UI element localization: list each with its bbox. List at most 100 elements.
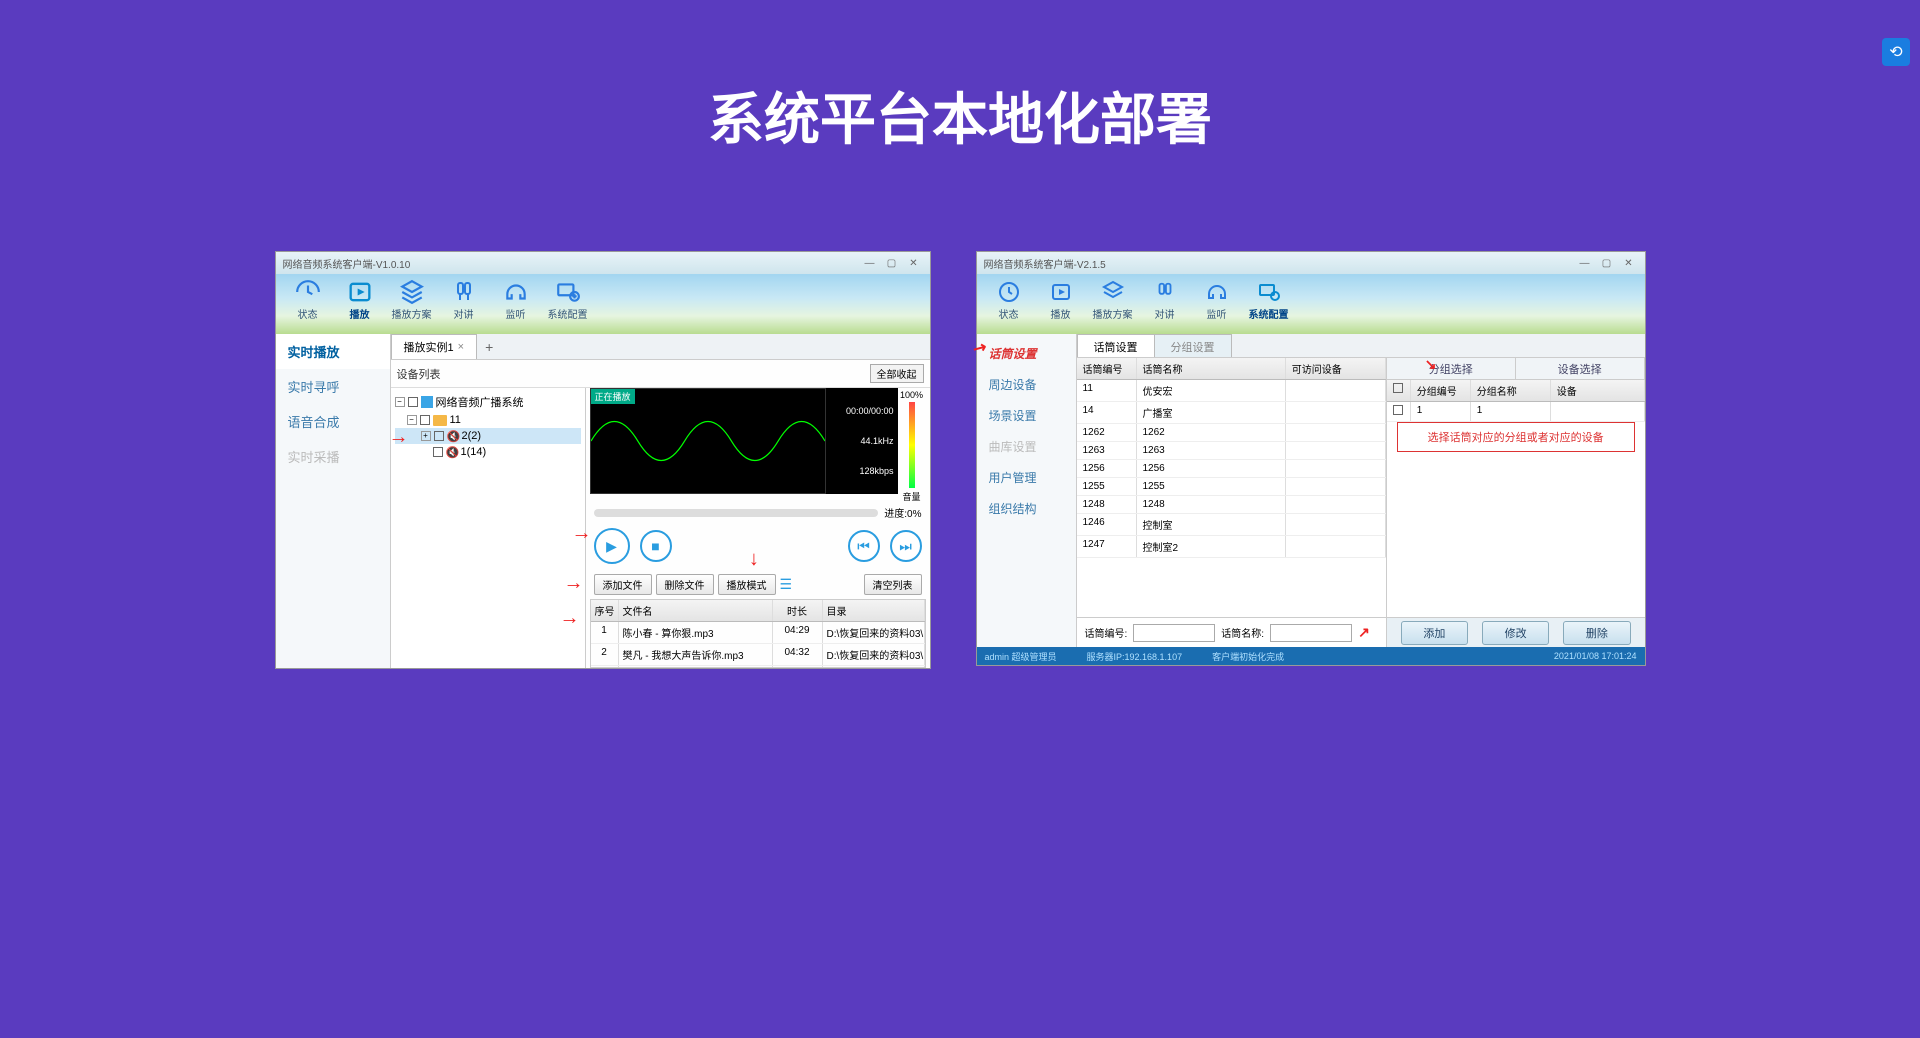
mic-row[interactable]: 12561256 (1077, 460, 1386, 478)
tool-config[interactable]: 系统配置 (544, 278, 592, 321)
col-duration: 时长 (773, 600, 823, 621)
tab-add-button[interactable]: + (477, 339, 501, 355)
window-config: 网络音频系统客户端-V2.1.5 — ▢ ✕ 状态 播放 播放方案 对讲 监听 … (976, 251, 1646, 666)
mic-row[interactable]: 1247控制室2 (1077, 536, 1386, 558)
volume-column: 100% 音量 (898, 388, 926, 503)
tool-schedule[interactable]: 播放方案 (388, 278, 436, 321)
sidebar-item-capture[interactable]: 实时采播 (276, 439, 390, 474)
sub-tabs: 话筒设置 分组设置 (1077, 334, 1645, 358)
mic-row[interactable]: 12551255 (1077, 478, 1386, 496)
mic-row[interactable]: 12621262 (1077, 424, 1386, 442)
mic-name-input[interactable] (1270, 624, 1352, 642)
tool-monitor[interactable]: 监听 (492, 278, 540, 321)
tool-play[interactable]: 播放 (336, 278, 384, 321)
sidebar-item-library[interactable]: 曲库设置 (977, 431, 1076, 462)
mic-row[interactable]: 11优安宏 (1077, 380, 1386, 402)
playlist: 序号 文件名 时长 目录 1陈小春 - 算你狠.mp304:29D:\恢复回来的… (590, 599, 926, 668)
tool-schedule[interactable]: 播放方案 (1089, 278, 1137, 321)
tab-instance1[interactable]: 播放实例1× (391, 334, 478, 359)
delete-button[interactable]: 删除 (1563, 621, 1630, 645)
col-accessible: 可访问设备 (1286, 358, 1386, 379)
time-display: 00:00/00:00 (830, 406, 894, 416)
mic-row[interactable]: 12481248 (1077, 496, 1386, 514)
sidebar-item-user[interactable]: 用户管理 (977, 462, 1076, 493)
list-icon[interactable]: ☰ (780, 576, 793, 593)
delete-file-button[interactable]: 删除文件 (656, 574, 714, 595)
tool-config[interactable]: 系统配置 (1245, 278, 1293, 321)
col-name: 文件名 (619, 600, 773, 621)
playlist-row[interactable]: 3韩红 - 情深谊长.mp303:41D:\恢复回来的资料03\ (591, 666, 925, 668)
tree-node-11[interactable]: −11 (395, 412, 581, 428)
mic-name-label: 话筒名称: (1221, 625, 1264, 640)
sidebar: 实时播放 实时寻呼 语音合成 实时采播 (276, 334, 391, 668)
status-server: 服务器IP:192.168.1.107 (1087, 650, 1183, 663)
group-row[interactable]: 1 1 (1387, 402, 1645, 422)
col-device: 设备 (1551, 380, 1645, 401)
titlebar: 网络音频系统客户端-V2.1.5 — ▢ ✕ (977, 252, 1645, 274)
next-button[interactable]: ⏭ (890, 530, 922, 562)
header-group-select: 分组选择 (1387, 358, 1516, 379)
col-mic-name: 话筒名称 (1137, 358, 1286, 379)
col-group-name: 分组名称 (1471, 380, 1551, 401)
mic-id-input[interactable] (1133, 624, 1215, 642)
minimize-button[interactable]: — (859, 258, 881, 269)
collapse-all-button[interactable]: 全部收起 (870, 364, 924, 383)
mic-row[interactable]: 1246控制室 (1077, 514, 1386, 536)
volume-bar[interactable] (909, 402, 915, 488)
tool-play[interactable]: 播放 (1037, 278, 1085, 321)
mic-row[interactable]: 14广播室 (1077, 402, 1386, 424)
maximize-button[interactable]: ▢ (1596, 258, 1618, 269)
progress-slider[interactable] (594, 509, 879, 517)
sidebar-item-org[interactable]: 组织结构 (977, 493, 1076, 524)
tab-bar: 播放实例1× + (391, 334, 930, 360)
add-file-button[interactable]: 添加文件 (594, 574, 652, 595)
titlebar: 网络音频系统客户端-V1.0.10 — ▢ ✕ (276, 252, 930, 274)
stop-button[interactable]: ■ (640, 530, 672, 562)
tree-root[interactable]: −网络音频广播系统 (395, 392, 581, 412)
tab-close-icon[interactable]: × (458, 341, 464, 353)
device-tree[interactable]: −网络音频广播系统 −11 +🔇2(2) 🔇1(14) → (391, 388, 586, 668)
close-button[interactable]: ✕ (903, 258, 925, 269)
sidebar-item-scene[interactable]: 场景设置 (977, 400, 1076, 431)
tool-status[interactable]: 状态 (284, 278, 332, 321)
clear-list-button[interactable]: 清空列表 (864, 574, 922, 595)
modify-button[interactable]: 修改 (1482, 621, 1549, 645)
play-button[interactable]: ▶ (594, 528, 630, 564)
playlist-row[interactable]: 2樊凡 - 我想大声告诉你.mp304:32D:\恢复回来的资料03\ (591, 644, 925, 666)
tree-node-1[interactable]: 🔇1(14) (395, 444, 581, 460)
tab-group-settings[interactable]: 分组设置 (1154, 334, 1232, 357)
device-list-header: 设备列表 全部收起 (391, 360, 930, 388)
sidebar-item-paging[interactable]: 实时寻呼 (276, 369, 390, 404)
mic-row[interactable]: 12631263 (1077, 442, 1386, 460)
bitrate-display: 128kbps (830, 466, 894, 476)
playlist-row[interactable]: 1陈小春 - 算你狠.mp304:29D:\恢复回来的资料03\ (591, 622, 925, 644)
add-button[interactable]: 添加 (1401, 621, 1468, 645)
freq-display: 44.1kHz (830, 436, 894, 446)
tool-intercom[interactable]: 对讲 (1141, 278, 1189, 321)
tree-node-2[interactable]: +🔇2(2) (395, 428, 581, 444)
progress-label: 进度:0% (884, 505, 921, 520)
tool-monitor[interactable]: 监听 (1193, 278, 1241, 321)
speaker-icon: 🔇 (447, 430, 459, 442)
playing-badge: 正在播放 (591, 389, 635, 404)
window-title: 网络音频系统客户端-V1.0.10 (281, 256, 859, 271)
callout-hint: 选择话筒对应的分组或者对应的设备 (1397, 422, 1635, 452)
close-button[interactable]: ✕ (1618, 258, 1640, 269)
play-mode-button[interactable]: 播放模式 (718, 574, 776, 595)
col-mic-id: 话筒编号 (1077, 358, 1137, 379)
tool-status[interactable]: 状态 (985, 278, 1033, 321)
annotation-arrow: ↗ (1358, 624, 1370, 641)
sidebar-item-tts[interactable]: 语音合成 (276, 404, 390, 439)
tab-mic-settings[interactable]: 话筒设置 (1077, 334, 1155, 357)
toolbar: 状态 播放 播放方案 对讲 监听 系统配置 (977, 274, 1645, 334)
sidebar-item-realtime-play[interactable]: 实时播放 (276, 334, 390, 369)
select-all-checkbox[interactable] (1393, 383, 1403, 393)
maximize-button[interactable]: ▢ (881, 258, 903, 269)
sidebar-item-peripheral[interactable]: 周边设备 (977, 369, 1076, 400)
sidebar-item-mic[interactable]: 话筒设置 (977, 338, 1076, 369)
prev-button[interactable]: ⏮ (848, 530, 880, 562)
tool-intercom[interactable]: 对讲 (440, 278, 488, 321)
status-bar: admin 超级管理员 服务器IP:192.168.1.107 客户端初始化完成… (977, 647, 1645, 665)
window-player: 网络音频系统客户端-V1.0.10 — ▢ ✕ 状态 播放 播放方案 对讲 监听… (275, 251, 931, 669)
minimize-button[interactable]: — (1574, 258, 1596, 269)
